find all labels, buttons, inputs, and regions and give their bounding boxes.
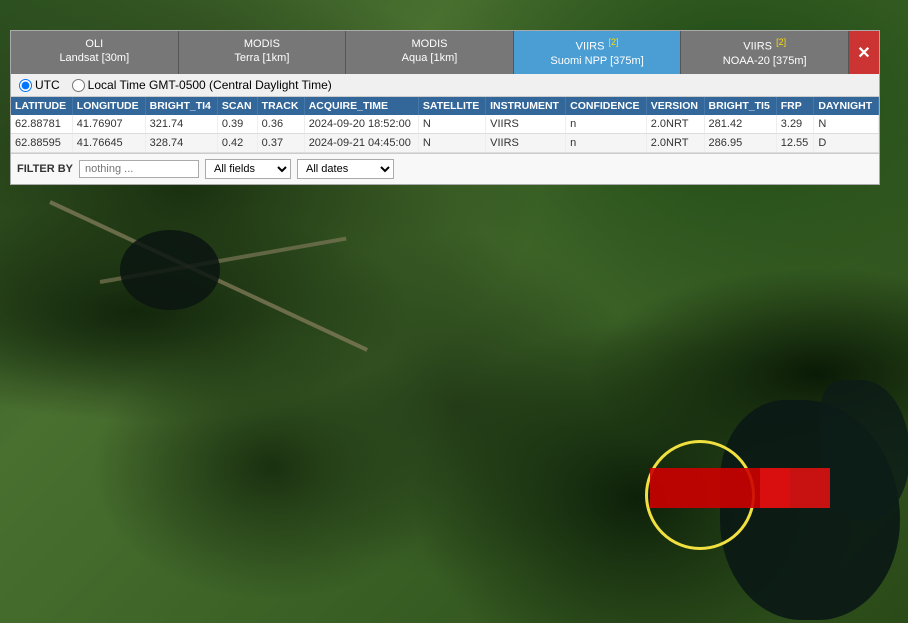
table-cell: 3.29 (776, 115, 814, 134)
table-cell: 0.39 (217, 115, 257, 134)
tab-modis-aqua[interactable]: MODIS Aqua [1km] (346, 31, 514, 74)
table-cell: D (814, 134, 879, 153)
local-time-label: Local Time GMT-0500 (Central Daylight Ti… (88, 78, 332, 92)
filter-dates-select[interactable]: All datesLast 24 hoursLast 48 hoursLast … (297, 159, 394, 179)
time-selector-row: UTC Local Time GMT-0500 (Central Dayligh… (11, 74, 879, 97)
filter-text-input[interactable] (79, 160, 199, 178)
table-cell: N (418, 115, 485, 134)
table-cell: VIIRS (486, 134, 566, 153)
local-time-radio[interactable] (72, 79, 85, 92)
table-cell: 0.36 (257, 115, 304, 134)
close-button[interactable]: ✕ (849, 31, 879, 74)
table-cell: 12.55 (776, 134, 814, 153)
filter-row: FILTER BY All fieldsLatitudeLongitudeSat… (11, 153, 879, 184)
col-latitude: LATITUDE (11, 97, 72, 115)
col-scan: SCAN (217, 97, 257, 115)
filter-fields-select[interactable]: All fieldsLatitudeLongitudeSatelliteConf… (205, 159, 291, 179)
tab-modis-terra[interactable]: MODIS Terra [1km] (179, 31, 347, 74)
table-header-row: LATITUDE LONGITUDE BRIGHT_TI4 SCAN TRACK… (11, 97, 879, 115)
col-confidence: CONFIDENCE (566, 97, 647, 115)
utc-label: UTC (35, 78, 60, 92)
col-bright-ti5: BRIGHT_TI5 (704, 97, 776, 115)
table-cell: VIIRS (486, 115, 566, 134)
utc-radio-item[interactable]: UTC (19, 78, 60, 92)
col-bright-ti4: BRIGHT_TI4 (145, 97, 217, 115)
col-frp: FRP (776, 97, 814, 115)
table-cell: 2024-09-20 18:52:00 (304, 115, 418, 134)
table-cell: N (418, 134, 485, 153)
lake-3 (820, 380, 908, 520)
table-row[interactable]: 62.8859541.76645328.740.420.372024-09-21… (11, 134, 879, 153)
table-cell: n (566, 134, 647, 153)
table-cell: 41.76907 (72, 115, 145, 134)
col-satellite: SATELLITE (418, 97, 485, 115)
table-cell: 62.88781 (11, 115, 72, 134)
table-cell: 0.42 (217, 134, 257, 153)
tab-bar: OLI Landsat [30m] MODIS Terra [1km] MODI… (11, 31, 879, 74)
data-panel: OLI Landsat [30m] MODIS Terra [1km] MODI… (10, 30, 880, 185)
tab-oli[interactable]: OLI Landsat [30m] (11, 31, 179, 74)
table-row[interactable]: 62.8878141.76907321.740.390.362024-09-20… (11, 115, 879, 134)
table-cell: n (566, 115, 647, 134)
table-cell: 2.0NRT (646, 134, 704, 153)
fire-marker-2 (760, 468, 830, 508)
tab-viirs-noaa[interactable]: VIIRS [2] NOAA-20 [375m] (681, 31, 849, 74)
fire-data-table: LATITUDE LONGITUDE BRIGHT_TI4 SCAN TRACK… (11, 97, 879, 153)
tab-viirs-suomi[interactable]: VIIRS [2] Suomi NPP [375m] (514, 31, 682, 74)
lake-1 (120, 230, 220, 310)
local-time-radio-item[interactable]: Local Time GMT-0500 (Central Daylight Ti… (72, 78, 332, 92)
col-longitude: LONGITUDE (72, 97, 145, 115)
utc-radio[interactable] (19, 79, 32, 92)
table-cell: 62.88595 (11, 134, 72, 153)
col-daynight: DAYNIGHT (814, 97, 879, 115)
table-cell: 41.76645 (72, 134, 145, 153)
filter-label: FILTER BY (17, 163, 73, 175)
col-version: VERSION (646, 97, 704, 115)
table-cell: 2024-09-21 04:45:00 (304, 134, 418, 153)
table-cell: 0.37 (257, 134, 304, 153)
table-cell: 286.95 (704, 134, 776, 153)
col-track: TRACK (257, 97, 304, 115)
time-radio-group: UTC Local Time GMT-0500 (Central Dayligh… (19, 78, 332, 92)
table-cell: N (814, 115, 879, 134)
table-cell: 328.74 (145, 134, 217, 153)
table-cell: 2.0NRT (646, 115, 704, 134)
table-cell: 321.74 (145, 115, 217, 134)
table-cell: 281.42 (704, 115, 776, 134)
col-acquire-time: ACQUIRE_TIME (304, 97, 418, 115)
col-instrument: INSTRUMENT (486, 97, 566, 115)
